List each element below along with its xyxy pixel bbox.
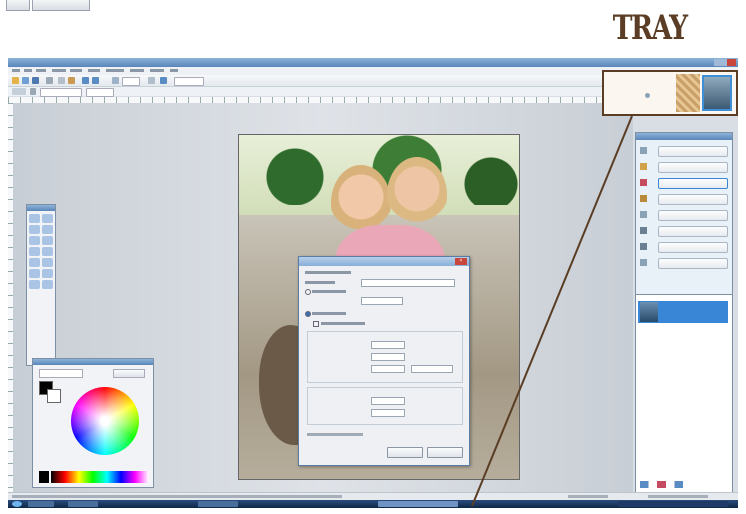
- callout-line: [471, 115, 633, 507]
